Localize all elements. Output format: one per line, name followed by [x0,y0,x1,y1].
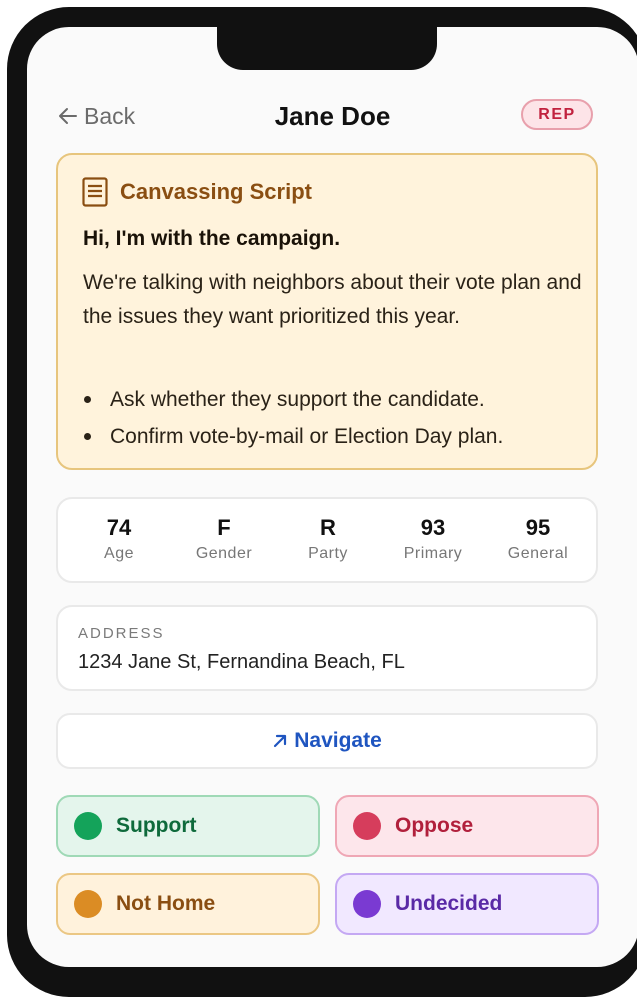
support-label: Support [116,814,197,837]
oppose-dot-icon [353,812,381,840]
stat-label: Primary [403,545,463,562]
undecided-label: Undecided [395,892,503,915]
stat-value: F [217,515,231,540]
stat-gender: F Gender [174,515,274,563]
back-button[interactable]: Back [58,100,135,132]
stat-label: Gender [195,545,253,562]
stat-general: 95 General [488,515,588,563]
stat-value: 93 [420,515,446,540]
script-bullet: Ask whether they support the candidate. [83,381,503,418]
stat-label: General [507,545,569,562]
arrow-up-right-icon [274,734,287,748]
navigate-label: Navigate [294,729,382,752]
address-card: ADDRESS 1234 Jane St, Fernandina Beach, … [56,605,598,691]
script-bullets: Ask whether they support the candidate. … [83,381,503,455]
back-label: Back [84,102,136,129]
script-greeting: Hi, I'm with the campaign. [83,227,341,250]
script-body: We're talking with neighbors about their… [83,271,582,328]
stat-label: Party [308,545,348,562]
address-value: 1234 Jane St, Fernandina Beach, FL [78,651,405,673]
party-badge: REP [521,99,593,130]
document-icon [82,177,108,207]
not-home-button[interactable]: Not Home [56,873,320,935]
undecided-button[interactable]: Undecided [335,873,599,935]
script-header: Canvassing Script [82,177,312,207]
bullet-icon [84,396,91,403]
not-home-dot-icon [74,890,102,918]
page-title: Jane Doe [274,101,391,131]
script-bullet: Confirm vote-by-mail or Election Day pla… [83,418,503,455]
undecided-dot-icon [353,890,381,918]
notch [217,27,437,70]
stat-value: 95 [525,515,551,540]
canvassing-script-card: Canvassing Script Hi, I'm with the campa… [56,153,598,470]
stat-label: Age [104,545,134,562]
stat-primary: 93 Primary [383,515,483,563]
bullet-icon [84,433,91,440]
script-heading: Canvassing Script [120,179,312,204]
stat-value: R [320,515,336,540]
oppose-label: Oppose [395,814,474,837]
navigate-button[interactable]: Navigate [56,713,598,769]
voter-stats-card: 74 Age F Gender R Party 93 Primary 95 Ge… [56,497,598,583]
support-button[interactable]: Support [56,795,320,857]
not-home-label: Not Home [116,892,216,915]
stat-party: R Party [278,515,378,563]
arrow-left-icon [59,108,77,124]
stat-age: 74 Age [69,515,169,563]
support-dot-icon [74,812,102,840]
address-caption: ADDRESS [78,625,165,642]
oppose-button[interactable]: Oppose [335,795,599,857]
stat-value: 74 [106,515,132,540]
